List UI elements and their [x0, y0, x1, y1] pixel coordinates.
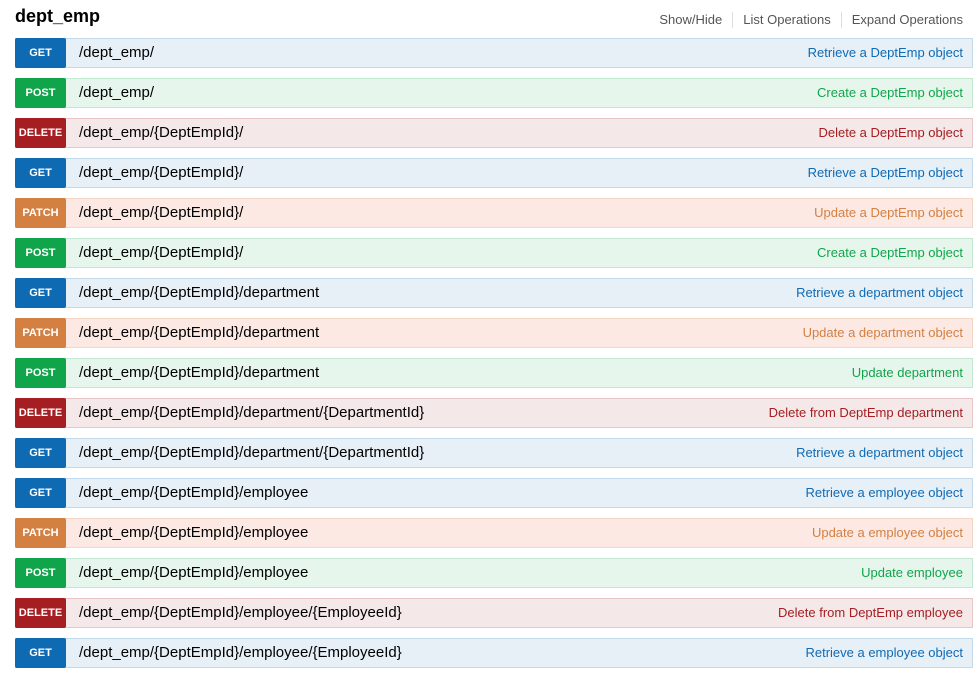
http-method-badge[interactable]: GET	[15, 158, 66, 188]
operation-row[interactable]: POST/dept_emp/{DeptEmpId}/ Create a DeptE…	[15, 238, 973, 268]
operation-summary[interactable]: Create a DeptEmp object	[817, 79, 963, 107]
operation-summary[interactable]: Update a DeptEmp object	[814, 199, 963, 227]
operation-summary[interactable]: Delete from DeptEmp employee	[778, 599, 963, 627]
operation-path[interactable]: /dept_emp/{DeptEmpId}/department/{Depart…	[79, 399, 424, 427]
operation-path[interactable]: /dept_emp/{DeptEmpId}/department	[79, 359, 319, 387]
http-method-badge[interactable]: POST	[15, 78, 66, 108]
operation-path[interactable]: /dept_emp/{DeptEmpId}/	[79, 199, 243, 227]
http-method-badge[interactable]: PATCH	[15, 198, 66, 228]
operation-row[interactable]: GET/dept_emp/{DeptEmpId}/employee Retriev…	[15, 478, 973, 508]
http-method-badge[interactable]: POST	[15, 358, 66, 388]
operation-summary[interactable]: Retrieve a DeptEmp object	[808, 159, 963, 187]
operation-summary[interactable]: Retrieve a department object	[796, 439, 963, 467]
operation-summary[interactable]: Retrieve a employee object	[805, 639, 963, 667]
operation-summary[interactable]: Update a department object	[803, 319, 963, 347]
operation-path[interactable]: /dept_emp/	[79, 79, 154, 107]
operation-path[interactable]: /dept_emp/{DeptEmpId}/employee	[79, 519, 308, 547]
operations-list: GET/dept_emp/Retrieve a DeptEmp object PO…	[15, 38, 973, 678]
operation-summary[interactable]: Update a employee object	[812, 519, 963, 547]
operation-path[interactable]: /dept_emp/{DeptEmpId}/department	[79, 279, 319, 307]
resource-title[interactable]: dept_emp	[15, 6, 100, 27]
operation-summary[interactable]: Update department	[852, 359, 963, 387]
operation-row[interactable]: GET/dept_emp/{DeptEmpId}/department/{Dep…	[15, 438, 973, 468]
resource-options: Show/Hide List Operations Expand Operati…	[649, 12, 963, 28]
operation-summary[interactable]: Retrieve a department object	[796, 279, 963, 307]
operation-path[interactable]: /dept_emp/{DeptEmpId}/department	[79, 319, 319, 347]
resource-header: dept_emp Show/Hide List Operations Expan…	[15, 0, 973, 38]
operation-row[interactable]: GET/dept_emp/Retrieve a DeptEmp object	[15, 38, 973, 68]
operation-row[interactable]: DELETE/dept_emp/{DeptEmpId}/department/{…	[15, 398, 973, 428]
operation-path[interactable]: /dept_emp/{DeptEmpId}/employee/{Employee…	[79, 639, 402, 667]
operation-path[interactable]: /dept_emp/{DeptEmpId}/	[79, 119, 243, 147]
http-method-badge[interactable]: GET	[15, 38, 66, 68]
operation-row[interactable]: PATCH/dept_emp/{DeptEmpId}/ Update a Dept…	[15, 198, 973, 228]
operation-path[interactable]: /dept_emp/{DeptEmpId}/department/{Depart…	[79, 439, 424, 467]
http-method-badge[interactable]: GET	[15, 438, 66, 468]
operation-row[interactable]: POST/dept_emp/{DeptEmpId}/department Upda…	[15, 358, 973, 388]
operation-path[interactable]: /dept_emp/{DeptEmpId}/	[79, 159, 243, 187]
http-method-badge[interactable]: DELETE	[15, 118, 66, 148]
operation-summary[interactable]: Create a DeptEmp object	[817, 239, 963, 267]
operation-row[interactable]: PATCH/dept_emp/{DeptEmpId}/department Upd…	[15, 318, 973, 348]
operation-row[interactable]: PATCH/dept_emp/{DeptEmpId}/employee Updat…	[15, 518, 973, 548]
http-method-badge[interactable]: PATCH	[15, 518, 66, 548]
http-method-badge[interactable]: GET	[15, 478, 66, 508]
operation-summary[interactable]: Delete a DeptEmp object	[818, 119, 963, 147]
operation-summary[interactable]: Delete from DeptEmp department	[769, 399, 963, 427]
operation-row[interactable]: DELETE/dept_emp/{DeptEmpId}/ Delete a Dep…	[15, 118, 973, 148]
operation-row[interactable]: GET/dept_emp/{DeptEmpId}/department Retri…	[15, 278, 973, 308]
operation-summary[interactable]: Retrieve a employee object	[805, 479, 963, 507]
operation-path[interactable]: /dept_emp/{DeptEmpId}/employee/{Employee…	[79, 599, 402, 627]
expand-operations-link[interactable]: Expand Operations	[842, 12, 963, 28]
http-method-badge[interactable]: GET	[15, 278, 66, 308]
http-method-badge[interactable]: DELETE	[15, 598, 66, 628]
http-method-badge[interactable]: PATCH	[15, 318, 66, 348]
operation-summary[interactable]: Retrieve a DeptEmp object	[808, 39, 963, 67]
operation-path[interactable]: /dept_emp/{DeptEmpId}/	[79, 239, 243, 267]
operation-row[interactable]: DELETE/dept_emp/{DeptEmpId}/employee/{Em…	[15, 598, 973, 628]
operation-path[interactable]: /dept_emp/{DeptEmpId}/employee	[79, 479, 308, 507]
http-method-badge[interactable]: POST	[15, 558, 66, 588]
http-method-badge[interactable]: DELETE	[15, 398, 66, 428]
show-hide-link[interactable]: Show/Hide	[649, 12, 734, 28]
operation-row[interactable]: POST/dept_emp/Create a DeptEmp object	[15, 78, 973, 108]
http-method-badge[interactable]: POST	[15, 238, 66, 268]
operation-row[interactable]: POST/dept_emp/{DeptEmpId}/employee Update…	[15, 558, 973, 588]
operation-path[interactable]: /dept_emp/	[79, 39, 154, 67]
operation-summary[interactable]: Update employee	[861, 559, 963, 587]
operation-row[interactable]: GET/dept_emp/{DeptEmpId}/ Retrieve a Dept…	[15, 158, 973, 188]
list-operations-link[interactable]: List Operations	[733, 12, 842, 28]
operation-path[interactable]: /dept_emp/{DeptEmpId}/employee	[79, 559, 308, 587]
